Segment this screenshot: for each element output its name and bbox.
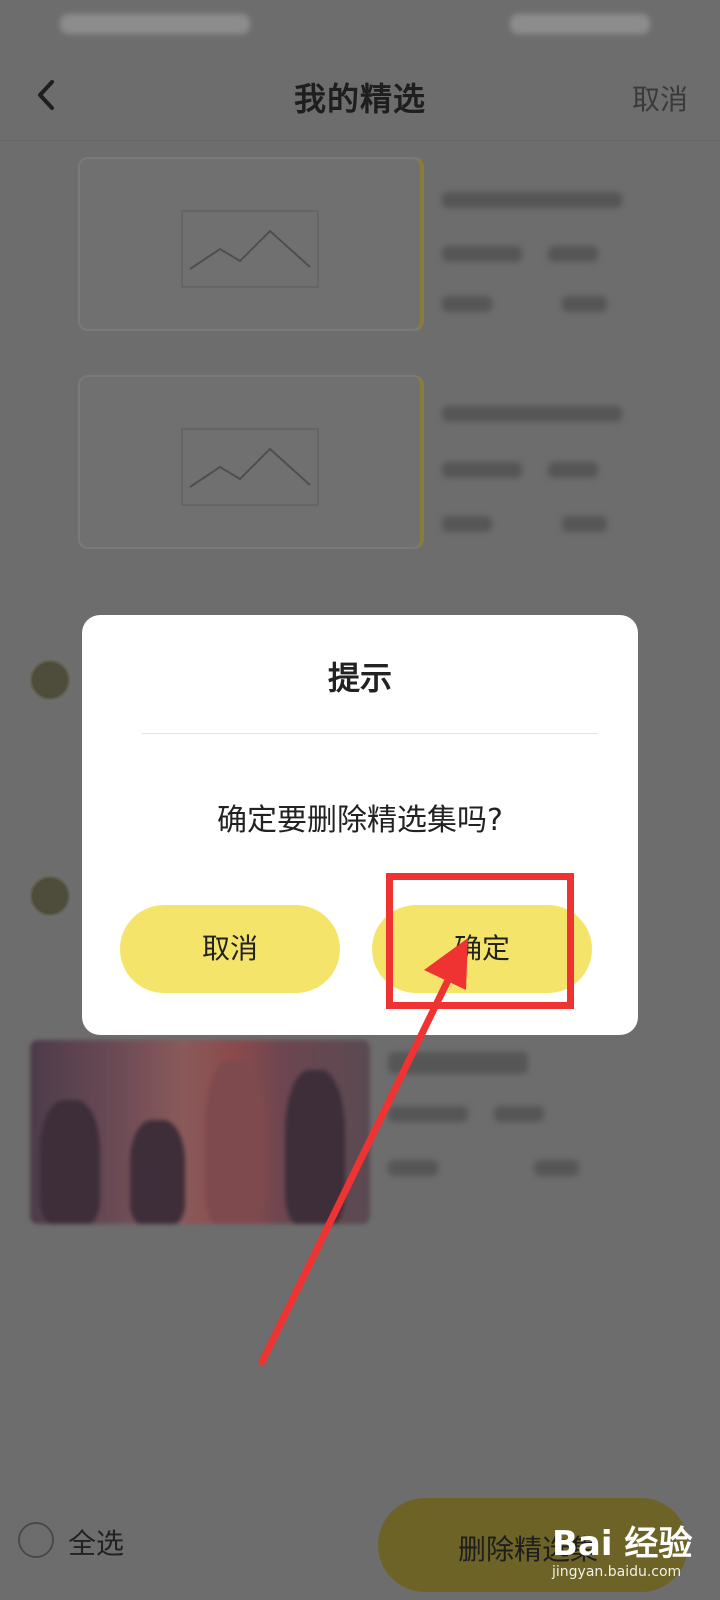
battery-time-blur	[510, 14, 650, 34]
selection-checkbox[interactable]	[30, 876, 70, 916]
collection-title-blur	[442, 192, 622, 208]
watermark-logo: Bai 经验	[552, 1524, 693, 1564]
photo-figure	[285, 1070, 345, 1224]
select-all-label[interactable]: 全选	[68, 1522, 124, 1562]
collection-title-blur	[442, 406, 622, 422]
collection-cover-photo[interactable]	[30, 1040, 370, 1224]
collection-meta-blur	[562, 296, 607, 312]
dialog-divider	[142, 733, 598, 734]
photo-figure	[205, 1060, 265, 1224]
nav-bar: 我的精选 取消	[0, 50, 720, 141]
collection-meta-blur	[442, 246, 522, 262]
photo-figure	[130, 1120, 185, 1224]
collection-meta-blur	[494, 1106, 544, 1122]
dialog-cancel-button[interactable]: 取消	[120, 905, 340, 993]
carrier-signal-blur	[60, 14, 250, 34]
photo-figure	[40, 1100, 100, 1224]
highlight-box	[386, 873, 574, 1009]
cancel-link[interactable]: 取消	[632, 78, 688, 118]
collection-title-blur	[388, 1052, 528, 1074]
collection-meta-blur	[442, 296, 492, 312]
collection-card[interactable]	[78, 157, 424, 331]
image-placeholder-icon	[181, 428, 319, 506]
collection-meta-blur	[562, 516, 607, 532]
page-title: 我的精选	[293, 80, 426, 118]
collection-meta-blur	[388, 1106, 468, 1122]
collection-card[interactable]	[78, 375, 424, 549]
baidu-jingyan-watermark: Bai 经验 jingyan.baidu.com	[552, 1510, 720, 1590]
status-bar	[0, 0, 720, 50]
selection-checkbox[interactable]	[30, 660, 70, 700]
dialog-message: 确定要删除精选集吗?	[217, 803, 503, 838]
collection-meta-blur	[388, 1160, 438, 1176]
collection-meta-blur	[548, 246, 598, 262]
collection-meta-blur	[548, 462, 598, 478]
dialog-title: 提示	[327, 659, 392, 697]
collection-meta-blur	[442, 516, 492, 532]
collection-meta-blur	[442, 462, 522, 478]
select-all-radio[interactable]	[18, 1522, 54, 1558]
collection-meta-blur	[534, 1160, 579, 1176]
watermark-url: jingyan.baidu.com	[552, 1564, 682, 1580]
image-placeholder-icon	[181, 210, 319, 288]
